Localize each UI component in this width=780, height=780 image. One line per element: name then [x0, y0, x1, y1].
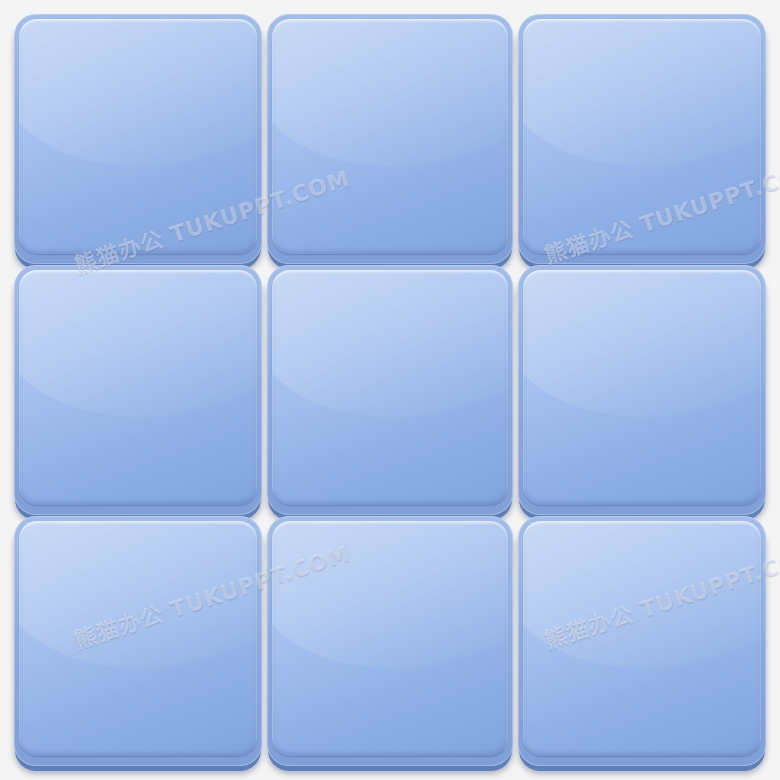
- tile-2: [267, 14, 513, 264]
- tile-gloss: [523, 19, 761, 212]
- tile-face: [272, 521, 508, 756]
- tile-6: [518, 265, 766, 515]
- tile-gloss: [272, 19, 508, 212]
- tile-face: [523, 521, 761, 756]
- tile-8: [267, 516, 513, 766]
- tile-gloss: [19, 270, 257, 463]
- tile-3: [518, 14, 766, 264]
- tile-face: [523, 270, 761, 505]
- tile-gloss: [19, 19, 257, 212]
- tile-face: [19, 270, 257, 505]
- tile-1: [14, 14, 262, 264]
- tile-7: [14, 516, 262, 766]
- tile-9: [518, 516, 766, 766]
- tile-face: [19, 19, 257, 254]
- tile-grid: [14, 14, 766, 766]
- tile-gloss: [19, 521, 257, 714]
- tile-4: [14, 265, 262, 515]
- tile-gloss: [523, 270, 761, 463]
- tile-face: [523, 19, 761, 254]
- tile-face: [19, 521, 257, 756]
- tile-gloss: [272, 521, 508, 714]
- tile-face: [272, 270, 508, 505]
- tile-face: [272, 19, 508, 254]
- tile-5: [267, 265, 513, 515]
- tile-gloss: [272, 270, 508, 463]
- tile-gloss: [523, 521, 761, 714]
